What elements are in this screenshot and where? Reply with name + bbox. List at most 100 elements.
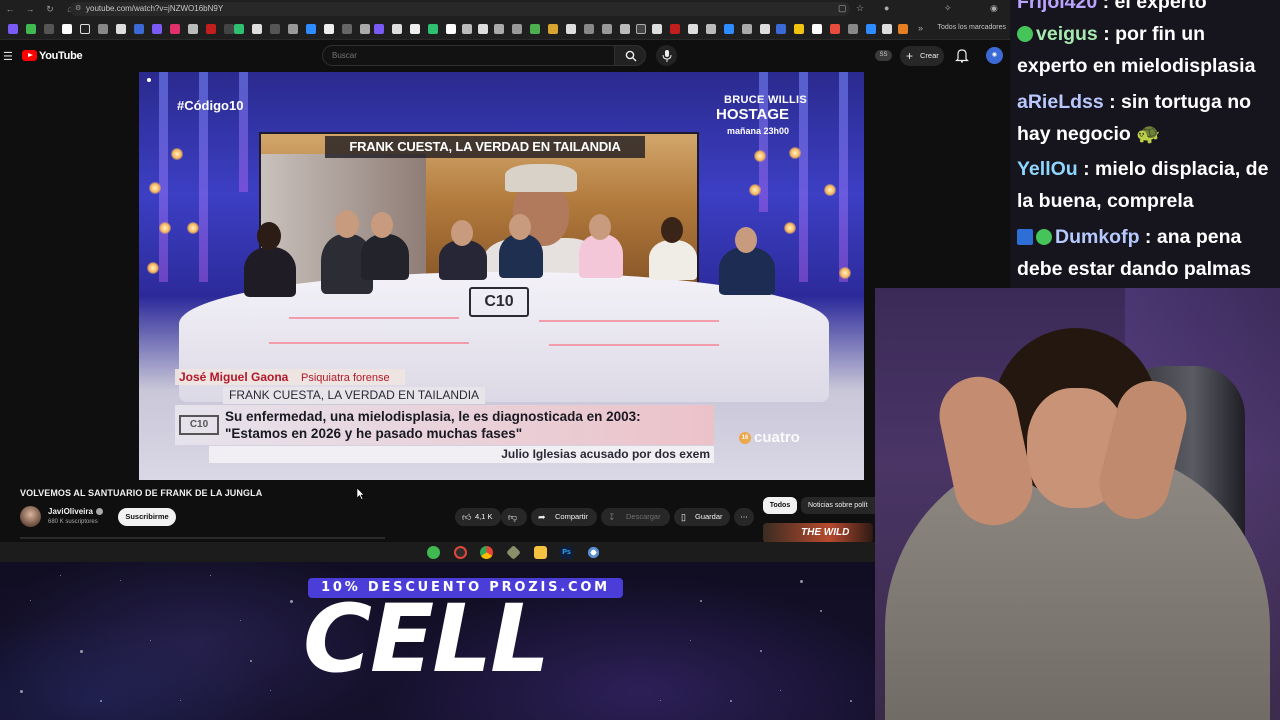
bookmark-icon[interactable]: [306, 24, 316, 34]
bookmark-icon[interactable]: [324, 24, 334, 34]
bookmark-icon[interactable]: [670, 24, 680, 34]
bookmark-icon[interactable]: [360, 24, 370, 34]
subscribe-button[interactable]: Suscribirme: [118, 508, 176, 526]
bookmark-icon[interactable]: [602, 24, 612, 34]
bookmark-twitch-icon[interactable]: [8, 24, 18, 34]
search-input[interactable]: [322, 45, 615, 66]
bookmark-icon[interactable]: [116, 24, 126, 34]
bookmark-icon[interactable]: [206, 24, 216, 34]
bookmark-icon[interactable]: [494, 24, 504, 34]
notifications-bell-icon[interactable]: [955, 48, 969, 63]
reload-icon[interactable]: ↻: [40, 4, 60, 15]
share-button[interactable]: ➦ Compartir: [531, 508, 597, 526]
file-explorer-icon[interactable]: [534, 546, 547, 559]
create-button[interactable]: + Crear: [900, 46, 944, 66]
bookmark-icon[interactable]: [812, 24, 822, 34]
menu-icon[interactable]: ☰: [3, 50, 13, 63]
bookmark-icon[interactable]: [428, 24, 438, 34]
star: [690, 640, 691, 641]
status-badge[interactable]: SS: [875, 50, 892, 61]
spotify-icon[interactable]: [427, 546, 440, 559]
lower-third-name: José Miguel Gaona: [179, 370, 289, 384]
obs-icon[interactable]: [454, 546, 467, 559]
bookmark-icon[interactable]: [188, 24, 198, 34]
bookmark-instagram-icon[interactable]: [170, 24, 180, 34]
bookmark-icon[interactable]: [830, 24, 840, 34]
subscriber-count: 680 K suscriptores: [48, 519, 98, 525]
bookmark-icon[interactable]: [794, 24, 804, 34]
bookmark-icon[interactable]: [224, 24, 234, 34]
star: [820, 610, 822, 612]
bookmark-icon[interactable]: [462, 24, 472, 34]
site-info-icon[interactable]: ⚙: [75, 2, 81, 16]
forward-icon[interactable]: →: [20, 4, 40, 14]
download-button[interactable]: ↧ Descargar: [601, 508, 670, 526]
youtube-logo-icon[interactable]: [22, 50, 37, 61]
more-bookmarks-icon[interactable]: »: [918, 23, 923, 33]
profile-icon[interactable]: ◉: [990, 3, 998, 14]
bookmark-icon[interactable]: [866, 24, 876, 34]
bookmark-icon[interactable]: [742, 24, 752, 34]
channel-name[interactable]: JaviOliveira: [48, 507, 93, 516]
bookmark-icon[interactable]: [410, 24, 420, 34]
account-avatar[interactable]: ◉: [986, 47, 1003, 64]
bookmark-icon[interactable]: [342, 24, 352, 34]
bookmark-icon[interactable]: [636, 24, 646, 34]
bookmark-icon[interactable]: [270, 24, 280, 34]
bookmark-icon[interactable]: [134, 24, 144, 34]
bookmark-icon[interactable]: [584, 24, 594, 34]
channel-avatar[interactable]: [20, 506, 41, 527]
chat-message: veigus : por fin un experto en mielodisp…: [1017, 23, 1256, 77]
bookmark-star-icon[interactable]: ☆: [856, 3, 864, 14]
bookmark-icon[interactable]: [392, 24, 402, 34]
more-actions-button[interactable]: ⋯: [734, 508, 754, 526]
bookmark-icon[interactable]: [548, 24, 558, 34]
video-player[interactable]: C10 #Código10 BRUCE WILLIS HOSTAGE mañan…: [139, 72, 864, 480]
bookmark-icon[interactable]: [652, 24, 662, 34]
bookmark-icon[interactable]: [374, 24, 384, 34]
bookmark-icon[interactable]: [688, 24, 698, 34]
recommended-video-thumbnail[interactable]: THE WILD: [763, 523, 873, 543]
bookmark-icon[interactable]: [776, 24, 786, 34]
bookmark-icon[interactable]: [724, 24, 734, 34]
search-button[interactable]: [614, 45, 646, 66]
chrome-icon[interactable]: [480, 546, 493, 559]
bookmark-icon[interactable]: [98, 24, 108, 34]
bookmark-icon[interactable]: [152, 24, 162, 34]
extensions-puzzle-icon[interactable]: ✧: [944, 3, 952, 14]
bookmark-icon[interactable]: [478, 24, 488, 34]
bookmark-icon[interactable]: [512, 24, 522, 34]
bookmark-icon[interactable]: [252, 24, 262, 34]
youtube-logo-text[interactable]: YouTube: [39, 50, 83, 62]
bookmark-tiktok-icon[interactable]: [80, 24, 90, 34]
bookmark-x-icon[interactable]: [62, 24, 72, 34]
app-icon[interactable]: [587, 546, 600, 559]
bookmark-kick-icon[interactable]: [26, 24, 36, 34]
dislike-button[interactable]: 👎︎: [501, 508, 527, 526]
bookmark-icon[interactable]: [706, 24, 716, 34]
filter-chip-all[interactable]: Todos: [763, 497, 797, 514]
bookmark-icon[interactable]: [848, 24, 858, 34]
extension-icon[interactable]: ●: [884, 3, 889, 13]
bookmark-gmail-icon[interactable]: [44, 24, 54, 34]
back-icon[interactable]: ←: [0, 4, 20, 14]
screenshot-icon[interactable]: ▢: [838, 3, 847, 14]
bookmark-icon[interactable]: [620, 24, 630, 34]
bookmark-icon[interactable]: [530, 24, 540, 34]
bookmark-icon[interactable]: [234, 24, 244, 34]
bookmark-icon[interactable]: [760, 24, 770, 34]
app-icon[interactable]: [506, 545, 521, 560]
like-button[interactable]: 👍︎ 4,1 K: [455, 508, 501, 526]
bookmark-icon[interactable]: [288, 24, 298, 34]
all-bookmarks-folder[interactable]: Todos los marcadores: [938, 24, 1006, 31]
voice-search-button[interactable]: [656, 45, 677, 66]
photoshop-icon[interactable]: Ps: [560, 546, 573, 559]
url-field[interactable]: ⚙ youtube.com/watch?v=jNZWO16bN9Y: [70, 2, 850, 16]
bookmark-icon[interactable]: [882, 24, 892, 34]
bookmark-icon[interactable]: [446, 24, 456, 34]
channel-logo: 16 cuatro: [739, 429, 800, 446]
bookmark-icon[interactable]: [566, 24, 576, 34]
bookmark-icon[interactable]: [898, 24, 908, 34]
chat-message: YellOu : mielo displacia, de la buena, c…: [1017, 158, 1269, 212]
save-button[interactable]: ▯ Guardar: [674, 508, 730, 526]
